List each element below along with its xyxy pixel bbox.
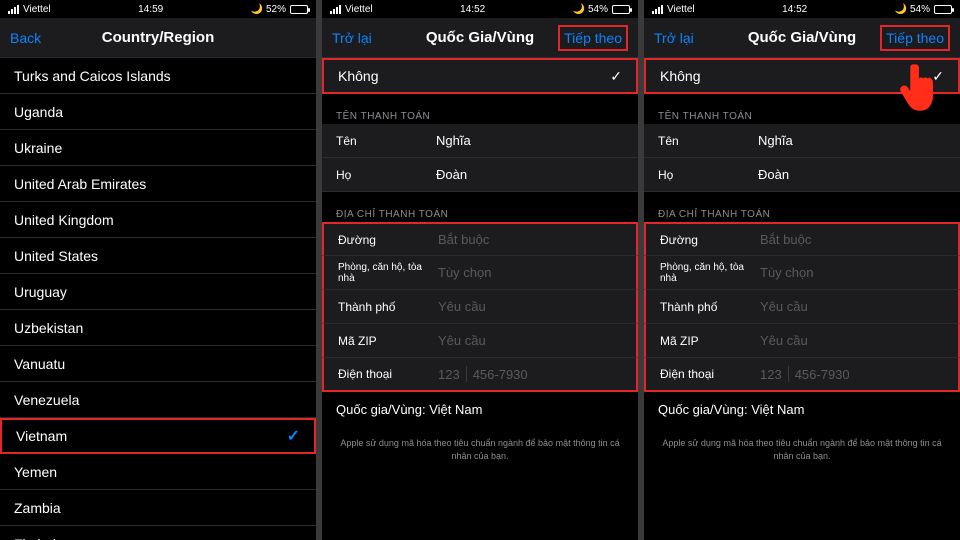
clock: 14:52 (782, 4, 807, 15)
nav-bar: Trở lại Quốc Gia/Vùng Tiếp theo (644, 18, 960, 58)
country-row[interactable]: Uganda (0, 94, 316, 130)
signal-icon (330, 5, 341, 14)
back-button[interactable]: Trở lại (332, 30, 372, 46)
country-label: Uzbekistan (14, 320, 83, 336)
carrier-label: Viettel (667, 4, 695, 15)
country-row[interactable]: Venezuela (0, 382, 316, 418)
country-label: United Kingdom (14, 212, 114, 228)
apt-field[interactable]: Phòng, căn hộ, tòa nhà Tùy chọn (322, 256, 638, 290)
first-name-field[interactable]: Tên Nghĩa (322, 124, 638, 158)
clock: 14:52 (460, 4, 485, 15)
back-button[interactable]: Trở lại (654, 30, 694, 46)
country-list[interactable]: Turks and Caicos Islands Uganda Ukraine Uni… (0, 58, 316, 540)
country-row[interactable]: Yemen (0, 454, 316, 490)
country-label: Venezuela (14, 392, 79, 408)
payment-method-none[interactable]: Không ✓ (322, 58, 638, 94)
country-region-line: Quốc gia/Vùng: Việt Nam (322, 392, 638, 427)
country-label: Vanuatu (14, 356, 65, 372)
battery-pct: 🌙 54% (895, 4, 930, 15)
country-label: United Arab Emirates (14, 176, 146, 192)
country-row[interactable]: Ukraine (0, 130, 316, 166)
country-label: Uganda (14, 104, 63, 120)
country-region-line: Quốc gia/Vùng: Việt Nam (644, 392, 960, 427)
payment-method-none[interactable]: Không ✓ (644, 58, 960, 94)
section-header-name: TÊN THANH TOÁN (322, 94, 638, 124)
last-name-field[interactable]: Họ Đoàn (322, 158, 638, 192)
checkmark-icon: ✓ (287, 426, 300, 446)
phone-screen-2: Viettel 14:52 🌙 54% Trở lại Quốc Gia/Vùn… (322, 0, 638, 540)
country-label: United States (14, 248, 98, 264)
back-button[interactable]: Back (10, 30, 41, 46)
country-row[interactable]: Uzbekistan (0, 310, 316, 346)
country-row[interactable]: Zambia (0, 490, 316, 526)
page-title: Country/Region (0, 29, 316, 46)
country-row[interactable]: United States (0, 238, 316, 274)
privacy-footer: Apple sử dụng mã hóa theo tiêu chuẩn ngà… (644, 427, 960, 472)
country-row[interactable]: United Arab Emirates (0, 166, 316, 202)
country-label: Zambia (14, 500, 61, 516)
phone-screen-1: Viettel 14:59 🌙 52% Back Country/Region … (0, 0, 316, 540)
status-bar: Viettel 14:59 🌙 52% (0, 0, 316, 18)
country-row[interactable]: Uruguay (0, 274, 316, 310)
section-header-address: ĐỊA CHỈ THANH TOÁN (644, 192, 960, 222)
country-label: Uruguay (14, 284, 67, 300)
phone-screen-3: Viettel 14:52 🌙 54% Trở lại Quốc Gia/Vùn… (644, 0, 960, 540)
city-field[interactable]: Thành phố Yêu cầu (644, 290, 960, 324)
country-label: Vietnam (16, 428, 67, 444)
battery-icon (290, 5, 308, 14)
carrier-label: Viettel (23, 4, 51, 15)
settings-form: Không ✓ TÊN THANH TOÁN Tên Nghĩa Họ Đoàn… (322, 58, 638, 540)
street-field[interactable]: Đường Bắt buộc (322, 222, 638, 256)
country-label: Yemen (14, 464, 57, 480)
country-label: Zimbabwe (14, 536, 79, 540)
clock: 14:59 (138, 4, 163, 15)
nav-bar: Trở lại Quốc Gia/Vùng Tiếp theo (322, 18, 638, 58)
privacy-footer: Apple sử dụng mã hóa theo tiêu chuẩn ngà… (322, 427, 638, 472)
settings-form: Không ✓ TÊN THANH TOÁN Tên Nghĩa Họ Đoàn… (644, 58, 960, 540)
section-header-name: TÊN THANH TOÁN (644, 94, 960, 124)
country-row[interactable]: Zimbabwe (0, 526, 316, 540)
country-row[interactable]: Vanuatu (0, 346, 316, 382)
apt-field[interactable]: Phòng, căn hộ, tòa nhà Tùy chọn (644, 256, 960, 290)
next-button[interactable]: Tiếp theo (880, 25, 950, 51)
country-label: Turks and Caicos Islands (14, 68, 171, 84)
nav-bar: Back Country/Region (0, 18, 316, 58)
checkmark-icon: ✓ (610, 68, 622, 85)
next-button[interactable]: Tiếp theo (558, 25, 628, 51)
signal-icon (652, 5, 663, 14)
zip-field[interactable]: Mã ZIP Yêu cầu (644, 324, 960, 358)
battery-pct: 🌙 52% (251, 4, 286, 15)
battery-icon (934, 5, 952, 14)
first-name-field[interactable]: Tên Nghĩa (644, 124, 960, 158)
country-row[interactable]: United Kingdom (0, 202, 316, 238)
last-name-field[interactable]: Họ Đoàn (644, 158, 960, 192)
phone-field[interactable]: Điện thoại 123 456-7930 (644, 358, 960, 392)
phone-field[interactable]: Điện thoại 123 456-7930 (322, 358, 638, 392)
country-label: Ukraine (14, 140, 62, 156)
signal-icon (8, 5, 19, 14)
country-row[interactable]: Turks and Caicos Islands (0, 58, 316, 94)
status-bar: Viettel 14:52 🌙 54% (644, 0, 960, 18)
section-header-address: ĐỊA CHỈ THANH TOÁN (322, 192, 638, 222)
zip-field[interactable]: Mã ZIP Yêu cầu (322, 324, 638, 358)
checkmark-icon: ✓ (932, 68, 944, 85)
city-field[interactable]: Thành phố Yêu cầu (322, 290, 638, 324)
status-bar: Viettel 14:52 🌙 54% (322, 0, 638, 18)
country-row[interactable]: Vietnam ✓ (0, 418, 316, 454)
battery-pct: 🌙 54% (573, 4, 608, 15)
street-field[interactable]: Đường Bắt buộc (644, 222, 960, 256)
carrier-label: Viettel (345, 4, 373, 15)
battery-icon (612, 5, 630, 14)
